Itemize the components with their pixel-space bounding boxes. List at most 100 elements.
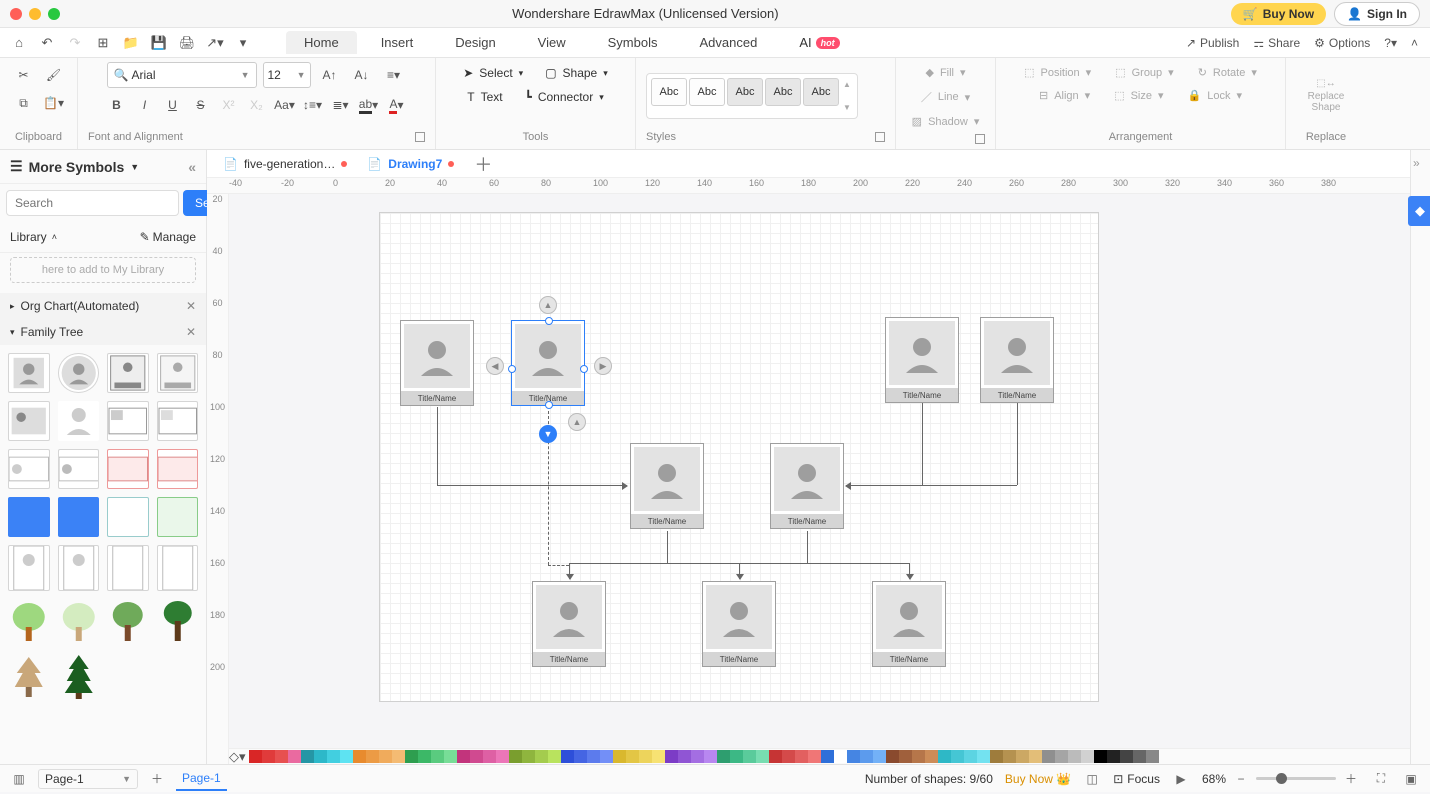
color-swatch[interactable] [899, 750, 912, 763]
family-card[interactable]: Title/Name [770, 443, 844, 529]
canvas[interactable]: Title/Name Title/Name ▲ ◀ ▶ ▲ ▼ Title/Na… [229, 194, 1410, 748]
color-swatch[interactable] [1029, 750, 1042, 763]
color-swatch[interactable] [1094, 750, 1107, 763]
color-swatch[interactable] [1107, 750, 1120, 763]
add-page-button[interactable]: ＋ [148, 770, 166, 788]
symbol-thumb[interactable] [58, 449, 100, 489]
color-swatch[interactable] [977, 750, 990, 763]
symbol-thumb[interactable] [58, 545, 100, 591]
color-swatch[interactable] [886, 750, 899, 763]
selection-handle[interactable] [545, 401, 553, 409]
presentation-button[interactable]: ▶ [1172, 770, 1190, 788]
color-swatch[interactable] [990, 750, 1003, 763]
my-library-dropzone[interactable]: here to add to My Library [10, 257, 196, 283]
close-section-button[interactable]: ✕ [186, 299, 196, 313]
publish-button[interactable]: ↗Publish [1186, 36, 1239, 50]
color-swatch[interactable] [444, 750, 457, 763]
connector-line[interactable] [569, 563, 570, 579]
add-above-handle[interactable]: ▲ [539, 296, 557, 314]
symbol-thumb[interactable] [107, 497, 149, 537]
color-swatch[interactable] [691, 750, 704, 763]
color-swatch[interactable] [665, 750, 678, 763]
help-button[interactable]: ?▾ [1384, 36, 1397, 50]
color-swatch[interactable] [1081, 750, 1094, 763]
color-swatch[interactable] [587, 750, 600, 763]
color-swatch[interactable] [457, 750, 470, 763]
color-swatch[interactable] [964, 750, 977, 763]
color-swatch[interactable] [834, 750, 847, 763]
color-swatch[interactable] [782, 750, 795, 763]
symbol-thumb[interactable] [107, 401, 149, 441]
highlight-button[interactable]: ab▾ [356, 92, 382, 118]
doc-tab-2[interactable]: 📄Drawing7 [359, 154, 462, 174]
family-card[interactable]: Title/Name [630, 443, 704, 529]
save-button[interactable]: 💾 [148, 32, 170, 54]
color-swatch[interactable] [626, 750, 639, 763]
connector-line[interactable] [437, 485, 627, 486]
color-swatch[interactable] [340, 750, 353, 763]
collapse-icon[interactable]: ˄ [52, 232, 57, 242]
color-swatch[interactable] [379, 750, 392, 763]
color-swatch[interactable] [938, 750, 951, 763]
family-card[interactable]: Title/Name [980, 317, 1054, 403]
color-swatch[interactable] [301, 750, 314, 763]
format-dialog-launcher[interactable] [975, 134, 985, 144]
color-swatch[interactable] [730, 750, 743, 763]
replace-shape-icon[interactable]: ⬚↔ [1316, 78, 1335, 89]
color-swatch[interactable] [314, 750, 327, 763]
sign-in-button[interactable]: 👤 Sign In [1334, 2, 1420, 26]
color-swatch[interactable] [704, 750, 717, 763]
style-option-5[interactable]: Abc [803, 78, 839, 106]
color-swatch[interactable] [249, 750, 262, 763]
position-button[interactable]: ⬚Position▾ [1018, 62, 1097, 83]
zoom-out-button[interactable]: − [1232, 770, 1250, 788]
tab-design[interactable]: Design [437, 31, 513, 54]
color-swatch[interactable] [262, 750, 275, 763]
color-swatch[interactable] [639, 750, 652, 763]
select-tool-button[interactable]: ➤Select▾ [457, 62, 529, 84]
section-family-tree[interactable]: ▾Family Tree✕ [0, 319, 206, 345]
bullets-button[interactable]: ≣▾ [328, 92, 354, 118]
collapse-ribbon-button[interactable]: ˄ [1411, 36, 1418, 50]
align-button[interactable]: ⊟Align▾ [1033, 85, 1096, 106]
lock-button[interactable]: 🔒Lock▾ [1182, 85, 1248, 106]
expand-right-panel-button[interactable]: » [1413, 156, 1420, 170]
drawing-page[interactable]: Title/Name Title/Name ▲ ◀ ▶ ▲ ▼ Title/Na… [379, 212, 1099, 702]
more-button[interactable]: ▾ [232, 32, 254, 54]
connector-line[interactable] [846, 485, 922, 486]
add-below-alt-handle[interactable]: ▲ [568, 413, 586, 431]
symbol-thumb[interactable] [8, 401, 50, 441]
color-swatch[interactable] [808, 750, 821, 763]
color-swatch[interactable] [756, 750, 769, 763]
connector-line[interactable] [909, 563, 910, 579]
tab-view[interactable]: View [520, 31, 584, 54]
symbol-thumb[interactable] [157, 353, 199, 393]
page-select[interactable]: Page-1▼ [38, 769, 138, 789]
add-right-handle[interactable]: ▶ [594, 357, 612, 375]
print-button[interactable]: 🖨 [176, 32, 198, 54]
color-swatch[interactable] [327, 750, 340, 763]
underline-button[interactable]: U [160, 92, 186, 118]
color-swatch[interactable] [275, 750, 288, 763]
font-dialog-launcher[interactable] [415, 132, 425, 142]
color-swatch[interactable] [600, 750, 613, 763]
color-swatch[interactable] [561, 750, 574, 763]
symbol-tree-thumb[interactable] [157, 599, 199, 645]
symbol-thumb[interactable] [8, 545, 50, 591]
page-tab[interactable]: Page-1 [176, 767, 227, 791]
symbol-thumb[interactable] [8, 449, 50, 489]
color-swatch[interactable] [860, 750, 873, 763]
color-swatch[interactable] [925, 750, 938, 763]
color-swatch[interactable] [405, 750, 418, 763]
italic-button[interactable]: I [132, 92, 158, 118]
align-menu-button[interactable]: ≡▾ [381, 62, 407, 88]
section-org-chart[interactable]: ▸Org Chart(Automated)✕ [0, 293, 206, 319]
shape-style-gallery[interactable]: Abc Abc Abc Abc Abc ▲▼ [646, 73, 858, 119]
zoom-in-button[interactable]: ＋ [1342, 770, 1360, 788]
symbol-thumb[interactable] [157, 497, 199, 537]
selection-handle[interactable] [508, 365, 516, 373]
color-swatch[interactable] [821, 750, 834, 763]
layers-button[interactable]: ◫ [1083, 770, 1101, 788]
color-swatch[interactable] [418, 750, 431, 763]
new-tab-button[interactable]: ＋ [466, 151, 500, 177]
